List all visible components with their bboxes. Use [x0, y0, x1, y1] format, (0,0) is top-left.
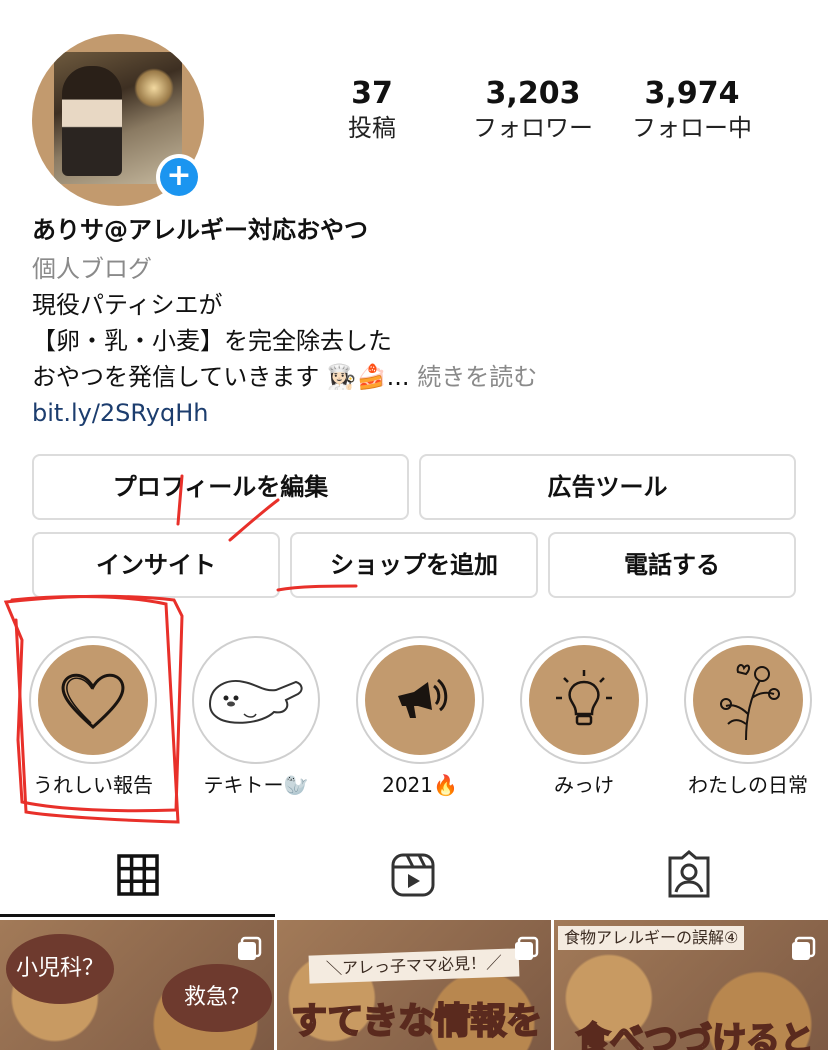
seal-icon [208, 680, 303, 724]
highlight-1[interactable] [29, 636, 157, 764]
post-bubble-2: 救急？ [162, 964, 272, 1032]
highlight-title-2: テキトー🦭 [203, 773, 309, 797]
post-headline-2: すてきな情報を [290, 1000, 543, 1043]
highlight-title-3: 2021🔥 [382, 773, 458, 797]
ad-tools-button[interactable]: 広告ツール [419, 454, 796, 520]
multi-post-icon [792, 936, 816, 960]
bio-line-2: 【卵・乳・小麦】を完全除去した [32, 327, 392, 355]
highlight-title-4: みっけ [554, 773, 614, 797]
followers-stat[interactable]: 3,203 フォロワー [448, 76, 618, 144]
highlight-2[interactable] [192, 636, 320, 764]
tagged-icon [668, 850, 710, 898]
add-shop-button[interactable]: ショップを追加 [290, 532, 538, 598]
multi-post-icon [515, 936, 539, 960]
followers-count: 3,203 [485, 76, 581, 111]
profile-category: 個人ブログ [32, 255, 152, 283]
bio-line-3-container: おやつを発信していきます 👩🏻‍🍳🍰... 続きを読む [32, 360, 537, 394]
profile-link[interactable]: bit.ly/2SRyqHh [32, 396, 208, 430]
multi-post-icon [238, 936, 262, 960]
posts-count: 37 [351, 76, 393, 111]
reels-icon [391, 853, 435, 897]
flower-icon [720, 664, 780, 741]
following-label: フォロー中 [632, 114, 752, 142]
tab-tagged[interactable] [664, 850, 714, 900]
post-headline-3: 食べつづけると [575, 1019, 815, 1050]
post-thumbnail-2[interactable]: ＼アレっ子ママ必見！／ すてきな情報を [277, 920, 551, 1050]
display-name: ありサ@アレルギー対応おやつ [32, 216, 368, 244]
highlight-4[interactable] [520, 636, 648, 764]
post-banner: ＼アレっ子ママ必見！／ [308, 948, 520, 984]
posts-stat[interactable]: 37 投稿 [287, 76, 457, 144]
add-story-button[interactable]: + [156, 154, 202, 200]
insights-button[interactable]: インサイト [32, 532, 280, 598]
highlight-3[interactable] [356, 636, 484, 764]
post-caption: 食物アレルギーの誤解④ [558, 926, 745, 950]
post-bubble-1: 小児科？ [6, 934, 114, 1004]
highlight-5[interactable] [684, 636, 812, 764]
active-tab-indicator [0, 914, 275, 917]
megaphone-icon [398, 678, 448, 718]
tab-grid[interactable] [113, 850, 163, 900]
highlight-title-1: うれしい報告 [33, 773, 153, 797]
following-stat[interactable]: 3,974 フォロー中 [607, 76, 777, 144]
bio-line-1: 現役パティシエが [32, 291, 223, 319]
plus-icon: + [160, 158, 198, 196]
tab-reels[interactable] [388, 850, 438, 900]
highlight-title-5: わたしの日常 [688, 773, 808, 797]
read-more-link[interactable]: 続きを読む [417, 363, 537, 391]
edit-profile-button[interactable]: プロフィールを編集 [32, 454, 409, 520]
following-count: 3,974 [644, 76, 740, 111]
bio-line-3: おやつを発信していきます 👩🏻‍🍳🍰... [32, 363, 410, 391]
call-button[interactable]: 電話する [548, 532, 796, 598]
posts-label: 投稿 [348, 114, 396, 142]
post-thumbnail-3[interactable]: 食物アレルギーの誤解④ 食べつづけると [554, 920, 828, 1050]
post-thumbnail-1[interactable]: 小児科？ 救急？ [0, 920, 274, 1050]
followers-label: フォロワー [473, 114, 593, 142]
grid-icon [117, 854, 159, 896]
heart-icon [61, 673, 125, 729]
lightbulb-icon [556, 670, 612, 726]
